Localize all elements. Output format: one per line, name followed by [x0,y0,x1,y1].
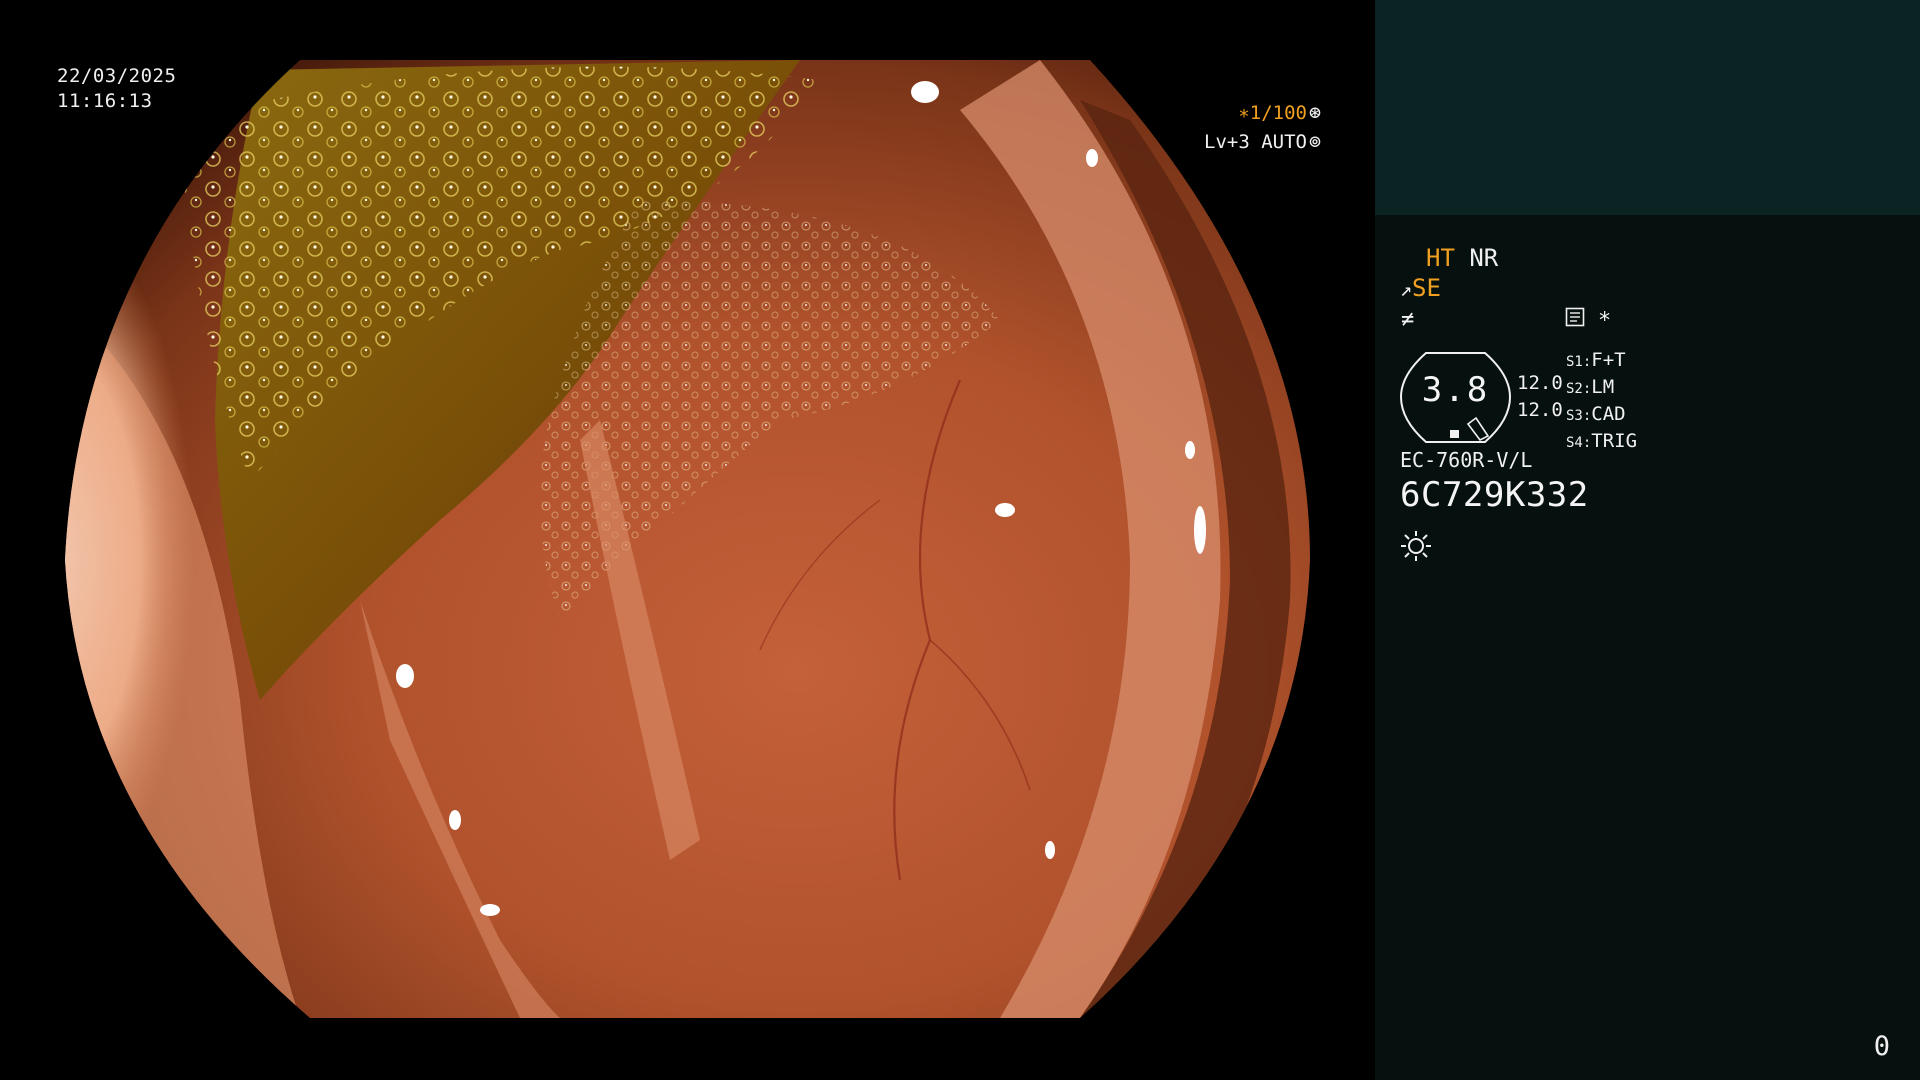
iris-icon: ⊚ [1308,129,1321,153]
switch-value: F+T [1591,349,1626,371]
scale-values: 12.0 12.0 [1517,370,1563,424]
image-counter: 0 [1873,1031,1890,1062]
endoscope-image-panel: 22/03/2025 11:16:13 ∗1/100 ⊛ Lv+3 AUTO ⊚ [0,0,1375,1080]
light-level: Lv+3 AUTO [1204,131,1307,153]
structure-icon: ↗ [1400,277,1413,301]
filter-icon: ≠ [1401,307,1415,332]
nr-mode: NR [1469,244,1499,272]
switch-value: TRIG [1591,430,1638,452]
switch-row: S4:TRIG [1566,429,1637,456]
switch-value: CAD [1591,403,1626,425]
switch-label: S1: [1566,354,1592,370]
scale-bottom: 12.0 [1517,399,1563,421]
status-panel-header [1375,0,1920,215]
ht-mode: HT [1426,244,1455,272]
aperture-icon: ⊛ [1308,100,1321,124]
level-row: Lv+3 AUTO ⊚ [1204,127,1321,156]
switch-row: S2:LM [1566,375,1637,402]
switch-label: S3: [1566,408,1592,424]
se-row: ↗SE [1400,274,1441,303]
document-icon [1565,307,1585,327]
switch-assignments: S1:F+T S2:LM S3:CAD S4:TRIG [1566,348,1637,456]
se-mode: SE [1412,274,1441,302]
date-time-overlay: 22/03/2025 11:16:13 [57,64,176,114]
center-value: 3.8 [1421,370,1490,410]
status-panel: HT NR ↗SE ≠ ∗ 3.8 12.0 12.0 S1:F+T S2:LM… [1375,0,1920,1080]
light-source-icon [1401,531,1431,561]
shutter-speed: ∗1/100 [1238,102,1307,124]
switch-row: S1:F+T [1566,348,1637,375]
switch-row: S3:CAD [1566,402,1637,429]
scope-serial: 6C729K332 [1400,475,1589,515]
scope-model: EC-760R-V/L [1400,448,1533,472]
date-text: 22/03/2025 [57,65,177,87]
image-mode-row: HT NR [1426,244,1498,272]
endoscopic-image [65,60,1310,1018]
switch-label: S4: [1566,435,1592,451]
exposure-info: ∗1/100 ⊛ Lv+3 AUTO ⊚ [1204,98,1321,156]
filter-row: ≠ [1401,304,1414,334]
scale-top: 12.0 [1517,372,1563,394]
shutter-row: ∗1/100 ⊛ [1204,98,1321,127]
star-indicator: ∗ [1598,304,1612,329]
switch-value: LM [1591,376,1615,398]
time-text: 11:16:13 [57,90,153,112]
switch-label: S2: [1566,381,1592,397]
